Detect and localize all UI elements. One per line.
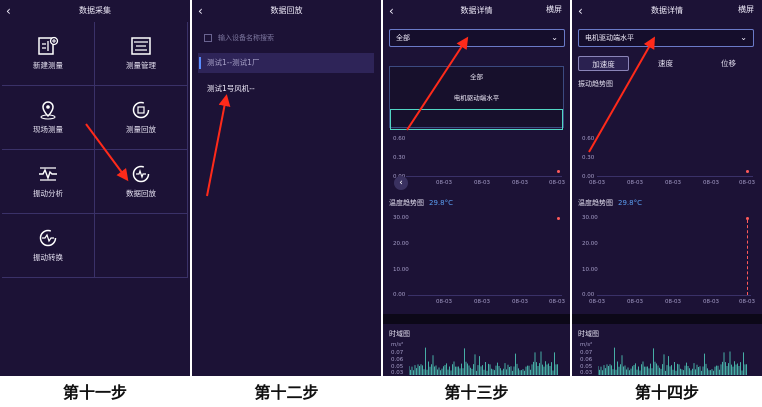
arrow-step11: [85, 123, 129, 182]
arrow-step14: [588, 36, 655, 153]
arrow-step13: [406, 36, 469, 131]
annotation-arrows: [85, 36, 655, 197]
arrow-step12: [206, 94, 231, 197]
